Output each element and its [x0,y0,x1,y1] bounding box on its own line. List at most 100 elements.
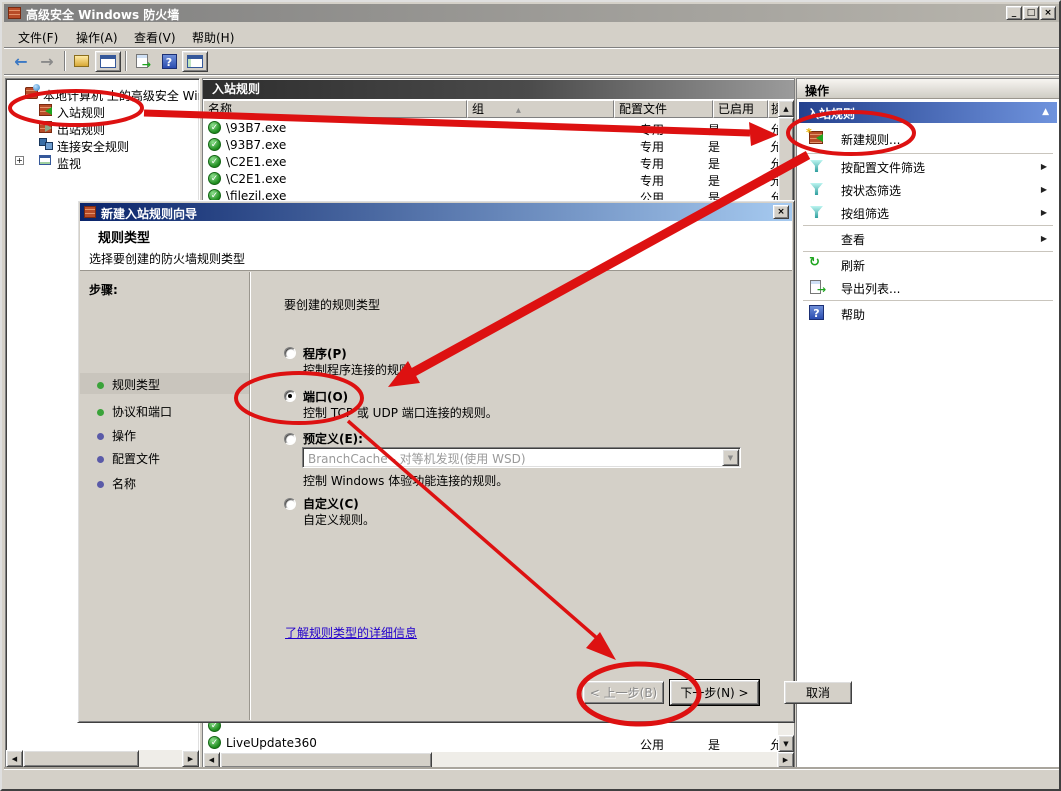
rule-type-radio-3[interactable] [284,498,296,510]
action-filter-by-group[interactable]: 按组筛选 ▶ [799,201,1057,224]
list-hscrollbar[interactable]: ◀ ▶ [203,752,794,768]
rule-enabled: 是 [708,736,748,753]
scroll-up-button[interactable]: ▲ [778,100,794,117]
collapse-icon[interactable]: ▲ [1042,107,1049,117]
dialog-title-bar: 新建入站规则向导 × [80,203,792,221]
tree-item-monitoring[interactable]: + 监视 [9,154,199,170]
scroll-thumb[interactable] [220,752,432,768]
help-icon: ? [162,54,177,69]
forward-button[interactable]: → [35,51,59,71]
column-header-name[interactable]: 名称 [203,100,467,118]
column-header-group[interactable]: 组 ▴ [467,100,614,118]
action-new-rule[interactable]: * 新建规则... [799,125,1057,151]
rule-type-radio-0[interactable] [284,347,296,359]
scroll-left-button[interactable]: ◀ [6,750,23,767]
tree-root-item[interactable]: 本地计算机 上的高级安全 Wind [9,86,200,102]
menu-item-file[interactable]: 文件(F) [12,27,64,48]
refresh-icon: ↻ [809,255,820,270]
new-rule-spark-icon: * [806,126,812,139]
table-row[interactable]: ✓ \C2E1.exe 专用 是 允许 [203,170,780,187]
rule-type-label-port[interactable]: 端口(O) [303,388,348,405]
help-button[interactable]: ? [158,51,180,71]
action-label: 导出列表... [841,280,900,297]
step-item[interactable]: 协议和端口 [80,400,249,421]
learn-more-link[interactable]: 了解规则类型的详细信息 [285,624,417,641]
next-button[interactable]: 下一步(N) > [670,680,759,705]
console-window-button[interactable] [95,51,121,72]
action-view[interactable]: 查看 ▶ [799,227,1057,250]
action-help[interactable]: ? 帮助 [799,302,1057,325]
menu-item-action[interactable]: 操作(A) [70,27,124,48]
scroll-thumb[interactable] [23,750,139,767]
tree-item-connection-security-rules[interactable]: 连接安全规则 [9,137,199,153]
show-hide-tree-button[interactable] [182,51,208,72]
globe-icon [33,84,40,91]
action-filter-by-profile[interactable]: 按配置文件筛选 ▶ [799,155,1057,178]
submenu-arrow-icon: ▶ [1041,162,1047,171]
rule-type-label-custom[interactable]: 自定义(C) [303,495,359,512]
step-item[interactable]: 名称 [80,472,249,493]
action-export-list[interactable]: → 导出列表... [799,276,1057,299]
column-header-enabled[interactable]: 已启用 [713,100,768,118]
actions-section-header[interactable]: 入站规则 ▲ [799,102,1057,123]
dialog-header: 规则类型 选择要创建的防火墙规则类型 [80,221,792,271]
scroll-right-button[interactable]: ▶ [777,752,794,768]
scroll-left-button[interactable]: ◀ [203,752,220,768]
rule-type-radio-1[interactable] [284,390,296,402]
step-bullet-green [97,382,104,389]
predefined-dropdown[interactable]: BranchCache - 对等机发现(使用 WSD) ▼ [302,447,741,468]
action-filter-by-state[interactable]: 按状态筛选 ▶ [799,178,1057,201]
table-row[interactable]: ✓ \C2E1.exe 专用 是 允许 [203,153,780,170]
dropdown-arrow-button[interactable]: ▼ [722,449,739,466]
close-button[interactable]: × [1040,6,1056,20]
rule-type-radio-2[interactable] [284,433,296,445]
rule-name: \C2E1.exe [226,155,466,169]
action-label: 帮助 [841,306,865,323]
rule-name: \93B7.exe [226,138,466,152]
scroll-right-button[interactable]: ▶ [182,750,199,767]
folder-up-button[interactable] [69,51,93,71]
back-button-wizard[interactable]: < 上一步(B) [583,681,664,704]
tree-item-outbound-rules[interactable]: 出站规则 [9,120,199,136]
rule-type-desc: 控制 Windows 体验功能连接的规则。 [303,472,508,489]
step-bullet-blue [97,433,104,440]
menu-item-help[interactable]: 帮助(H) [186,27,240,48]
separator [803,153,1053,154]
menu-item-view[interactable]: 查看(V) [128,27,182,48]
rule-type-label-predefined[interactable]: 预定义(E): [303,430,363,447]
content-label: 要创建的规则类型 [284,296,380,313]
table-row[interactable]: ✓ \93B7.exe 专用 是 允许 [203,119,780,136]
step-item[interactable]: 配置文件 [80,447,249,468]
rule-type-desc: 自定义规则。 [303,511,375,528]
action-label: 按状态筛选 [841,182,901,199]
filter-icon [810,160,823,172]
tree-hscrollbar[interactable]: ◀ ▶ [6,750,199,767]
title-bar: 高级安全 Windows 防火墙 _ □ × [4,4,1059,22]
tree-item-inbound-rules[interactable]: 入站规则 [9,103,199,119]
back-button[interactable]: ← [9,51,33,71]
dialog-title: 新建入站规则向导 [101,205,197,222]
column-header-profile[interactable]: 配置文件 [614,100,713,118]
maximize-button[interactable]: □ [1023,6,1039,20]
new-rule-arrow-icon [816,134,823,142]
action-label: 查看 [841,231,865,248]
step-label: 名称 [112,477,136,491]
export-arrow-icon: → [142,58,151,71]
tree-expander[interactable]: + [15,156,24,165]
export-list-button[interactable]: → [130,51,154,71]
actions-title: 操作 [797,79,1059,99]
allowed-rule-icon: ✓ [208,155,221,168]
cancel-button[interactable]: 取消 [784,681,852,704]
rule-profile: 公用 [640,736,700,753]
rule-type-label-program[interactable]: 程序(P) [303,345,347,362]
table-row[interactable]: ✓ \93B7.exe 专用 是 允许 [203,136,780,153]
rule-type-desc: 控制程序连接的规则 [303,361,411,378]
step-item[interactable]: 操作 [80,424,249,445]
action-refresh[interactable]: ↻ 刷新 [799,253,1057,276]
step-item-current[interactable]: 规则类型 [80,373,249,394]
minimize-button[interactable]: _ [1006,6,1022,20]
separator [803,300,1053,301]
scroll-down-button[interactable]: ▼ [778,735,794,752]
dialog-close-button[interactable]: × [773,205,789,219]
table-row[interactable]: ✓ LiveUpdate360 公用 是 允许 [203,734,780,751]
